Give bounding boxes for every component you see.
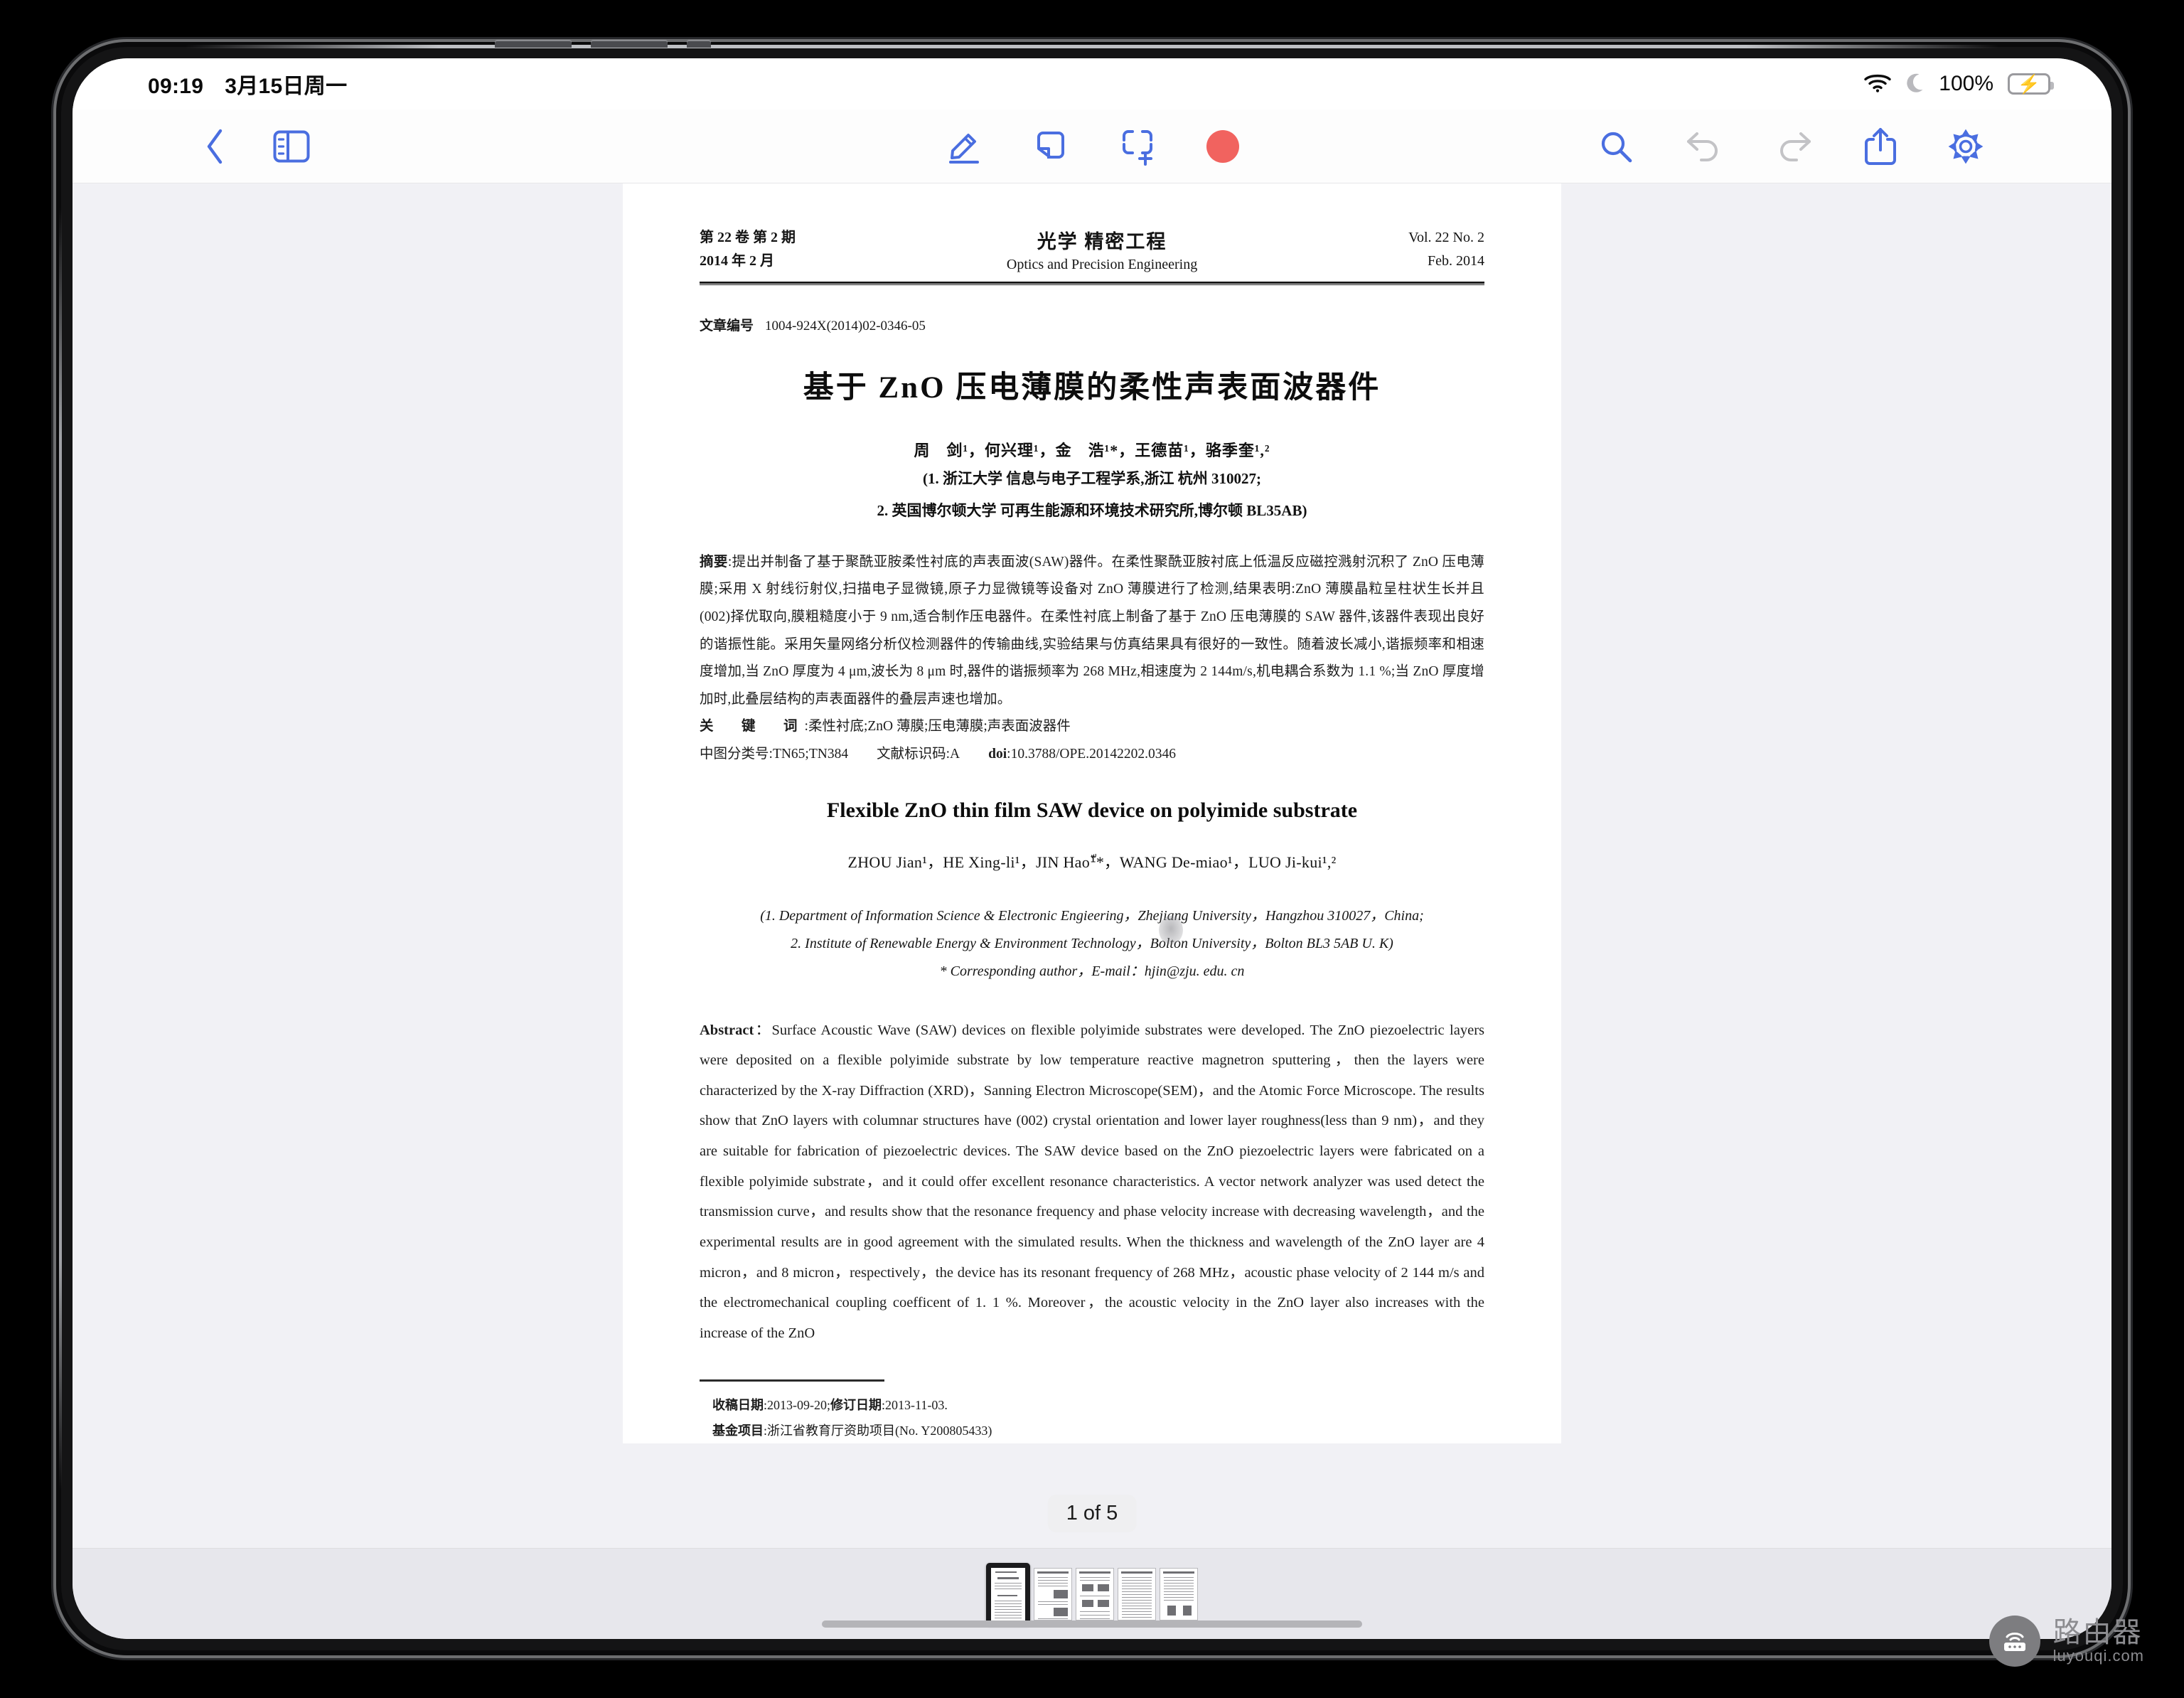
- thumbnail-list[interactable]: [986, 1562, 1198, 1625]
- affiliation-en-block: (1. Department of Information Science & …: [700, 902, 1484, 986]
- journal-masthead: 第 22 卷 第 2 期 2014 年 2 月 光学 精密工程 Optics a…: [700, 226, 1484, 273]
- affiliation-en-2: 2. Institute of Renewable Energy & Envir…: [791, 935, 1393, 951]
- abstract-en-label: Abstract: [700, 1022, 754, 1038]
- volume-up-button[interactable]: [495, 40, 572, 48]
- moon-icon: [1906, 73, 1925, 96]
- journal-name-cn: 光学 精密工程: [1037, 231, 1167, 252]
- fund-label: 基金项目: [712, 1423, 764, 1438]
- title-en: Flexible ZnO thin film SAW device on pol…: [826, 798, 1358, 822]
- router-icon: [1988, 1616, 2040, 1667]
- doi-value: 10.3788/OPE.20142202.0346: [1010, 746, 1176, 762]
- page-indicator: 1 of 5: [1047, 1495, 1137, 1532]
- classification-row: 中图分类号:TN65;TN384 文献标识码:A doi:10.3788/OPE.2…: [700, 746, 1176, 762]
- thumbnail-page-3[interactable]: [1076, 1567, 1114, 1620]
- received-label: 收稿日期: [712, 1398, 764, 1413]
- screenshot-root: 09:19 3月15日周一 100% ⚡ 第 22 卷 第 2 期 2014 年…: [0, 0, 2184, 1698]
- abstract-cn: 摘要:提出并制备了基于聚酰亚胺柔性衬底的声表面波(SAW)器件。在柔性聚酰亚胺衬…: [700, 554, 1484, 707]
- wifi-icon: [1863, 73, 1892, 96]
- site-watermark: 路由器 luyouqi.com: [1988, 1616, 2144, 1667]
- status-date: 3月15日周一: [225, 75, 348, 98]
- journal-date-cn: 2014 年 2 月: [700, 253, 774, 269]
- markup-pen-button[interactable]: [945, 127, 983, 166]
- frame-left-highlight: [59, 207, 62, 1490]
- gear-icon[interactable]: [1948, 129, 1984, 164]
- footnote-dates: 收稿日期:2013-09-20;修订日期:2013-11-03.: [712, 1398, 948, 1413]
- corresponding-author-en: * Corresponding author，E-mail：hjin@zju. …: [939, 963, 1245, 979]
- tablet-screen: 09:19 3月15日周一 100% ⚡ 第 22 卷 第 2 期 2014 年…: [73, 58, 2111, 1639]
- sidebar-toggle-button[interactable]: [273, 130, 310, 163]
- abstract-cn-text: 提出并制备了基于聚酰亚胺柔性衬底的声表面波(SAW)器件。在柔性聚酰亚胺衬底上低…: [700, 554, 1484, 707]
- pdf-page-1: 第 22 卷 第 2 期 2014 年 2 月 光学 精密工程 Optics a…: [623, 183, 1561, 1443]
- doc-code-label: 文献标识码: [877, 746, 946, 762]
- received-value: 2013-09-20;: [767, 1398, 831, 1413]
- clc-value: TN65;TN384: [772, 746, 849, 762]
- authors-en: ZHOU Jian¹，HE Xing-li¹，JIN Hao¹ّ*，WANG D…: [847, 853, 1337, 871]
- footnote-rule: [700, 1379, 884, 1382]
- affiliation-cn-1: (1. 浙江大学 信息与电子工程学系,浙江 杭州 310027;: [923, 470, 1261, 487]
- share-button[interactable]: [1864, 127, 1897, 166]
- keywords-value: 柔性衬底;ZnO 薄膜;压电薄膜;声表面波器件: [808, 719, 1071, 735]
- status-time: 09:19: [148, 75, 204, 98]
- revised-value: 2013-11-03.: [885, 1398, 948, 1413]
- affiliation-cn-2: 2. 英国博尔顿大学 可再生能源和环境技术研究所,博尔顿 BL35AB): [877, 501, 1307, 519]
- document-viewer[interactable]: 第 22 卷 第 2 期 2014 年 2 月 光学 精密工程 Optics a…: [73, 183, 2111, 1548]
- masthead-left: 第 22 卷 第 2 期 2014 年 2 月: [700, 226, 796, 273]
- power-button[interactable]: [687, 40, 711, 48]
- fund-value: 浙江省教育厅资助项目(No. Y200805433): [767, 1423, 992, 1438]
- thumbnail-page-2[interactable]: [1034, 1567, 1072, 1620]
- sticky-note-button[interactable]: [1033, 129, 1069, 164]
- search-button[interactable]: [1598, 129, 1634, 164]
- footnote-block: 收稿日期:2013-09-20;修订日期:2013-11-03. 基金项目:浙江…: [700, 1393, 1484, 1443]
- undo-button[interactable]: [1685, 129, 1723, 164]
- volume-down-button[interactable]: [591, 40, 668, 48]
- watermark-cn: 路由器: [2052, 1617, 2143, 1649]
- abstract-en-text: Surface Acoustic Wave (SAW) devices on f…: [700, 1022, 1485, 1341]
- home-indicator[interactable]: [822, 1620, 1362, 1628]
- battery-percent: 100%: [1939, 72, 1993, 95]
- masthead-right: Vol. 22 No. 2 Feb. 2014: [1408, 226, 1484, 273]
- journal-date-en: Feb. 2014: [1428, 253, 1484, 269]
- clc-label: 中图分类号: [700, 746, 769, 762]
- status-bar: 09:19 3月15日周一 100% ⚡: [73, 58, 2111, 110]
- article-number-row: 文章编号 1004-924X(2014)02-0346-05: [700, 315, 1484, 334]
- frame-top-highlight: [185, 45, 1999, 48]
- watermark-text: 路由器 luyouqi.com: [2053, 1618, 2144, 1664]
- status-bar-right: 100% ⚡: [1863, 72, 2054, 96]
- abstract-cn-label: 摘要: [700, 554, 728, 570]
- article-number-label: 文章编号: [700, 319, 754, 333]
- watermark-en: luyouqi.com: [2052, 1647, 2144, 1665]
- affiliation-en-1: (1. Department of Information Science & …: [760, 907, 1424, 924]
- app-toolbar: [73, 110, 2111, 183]
- authors-cn: 周 剑¹，何兴理¹，金 浩¹*，王德苗¹，骆季奎¹,²: [914, 442, 1270, 459]
- back-button[interactable]: [203, 127, 228, 166]
- journal-volume-en: Vol. 22 No. 2: [1408, 230, 1484, 245]
- journal-volume-cn: 第 22 卷 第 2 期: [700, 230, 796, 245]
- article-number-value: 1004-924X(2014)02-0346-05: [765, 319, 926, 333]
- add-selection-button[interactable]: [1118, 127, 1157, 166]
- keywords-row: 关 键 词:柔性衬底;ZnO 薄膜;压电薄膜;声表面波器件: [700, 719, 1071, 735]
- thumbnail-page-5[interactable]: [1160, 1567, 1198, 1620]
- thumbnail-page-4[interactable]: [1118, 1567, 1156, 1620]
- redo-button[interactable]: [1774, 129, 1813, 164]
- masthead-center: 光学 精密工程 Optics and Precision Engineering: [1007, 226, 1197, 273]
- thumbnail-page-1[interactable]: [986, 1562, 1030, 1625]
- record-button[interactable]: [1206, 129, 1239, 163]
- masthead-rule: [700, 282, 1484, 285]
- keywords-label: 关 键 词: [700, 719, 805, 735]
- abstract-en: Abstract：Surface Acoustic Wave (SAW) dev…: [700, 1022, 1485, 1341]
- journal-name-en: Optics and Precision Engineering: [1006, 257, 1198, 272]
- doi-label: doi: [988, 746, 1007, 762]
- footnote-fund: 基金项目:浙江省教育厅资助项目(No. Y200805433): [712, 1423, 992, 1438]
- status-bar-left: 09:19 3月15日周一: [148, 68, 347, 100]
- battery-charging-icon: ⚡: [2008, 73, 2054, 95]
- doc-code-value: A: [950, 746, 960, 762]
- title-cn: 基于 ZnO 压电薄膜的柔性声表面波器件: [803, 371, 1381, 405]
- revised-label: 修订日期: [830, 1398, 882, 1413]
